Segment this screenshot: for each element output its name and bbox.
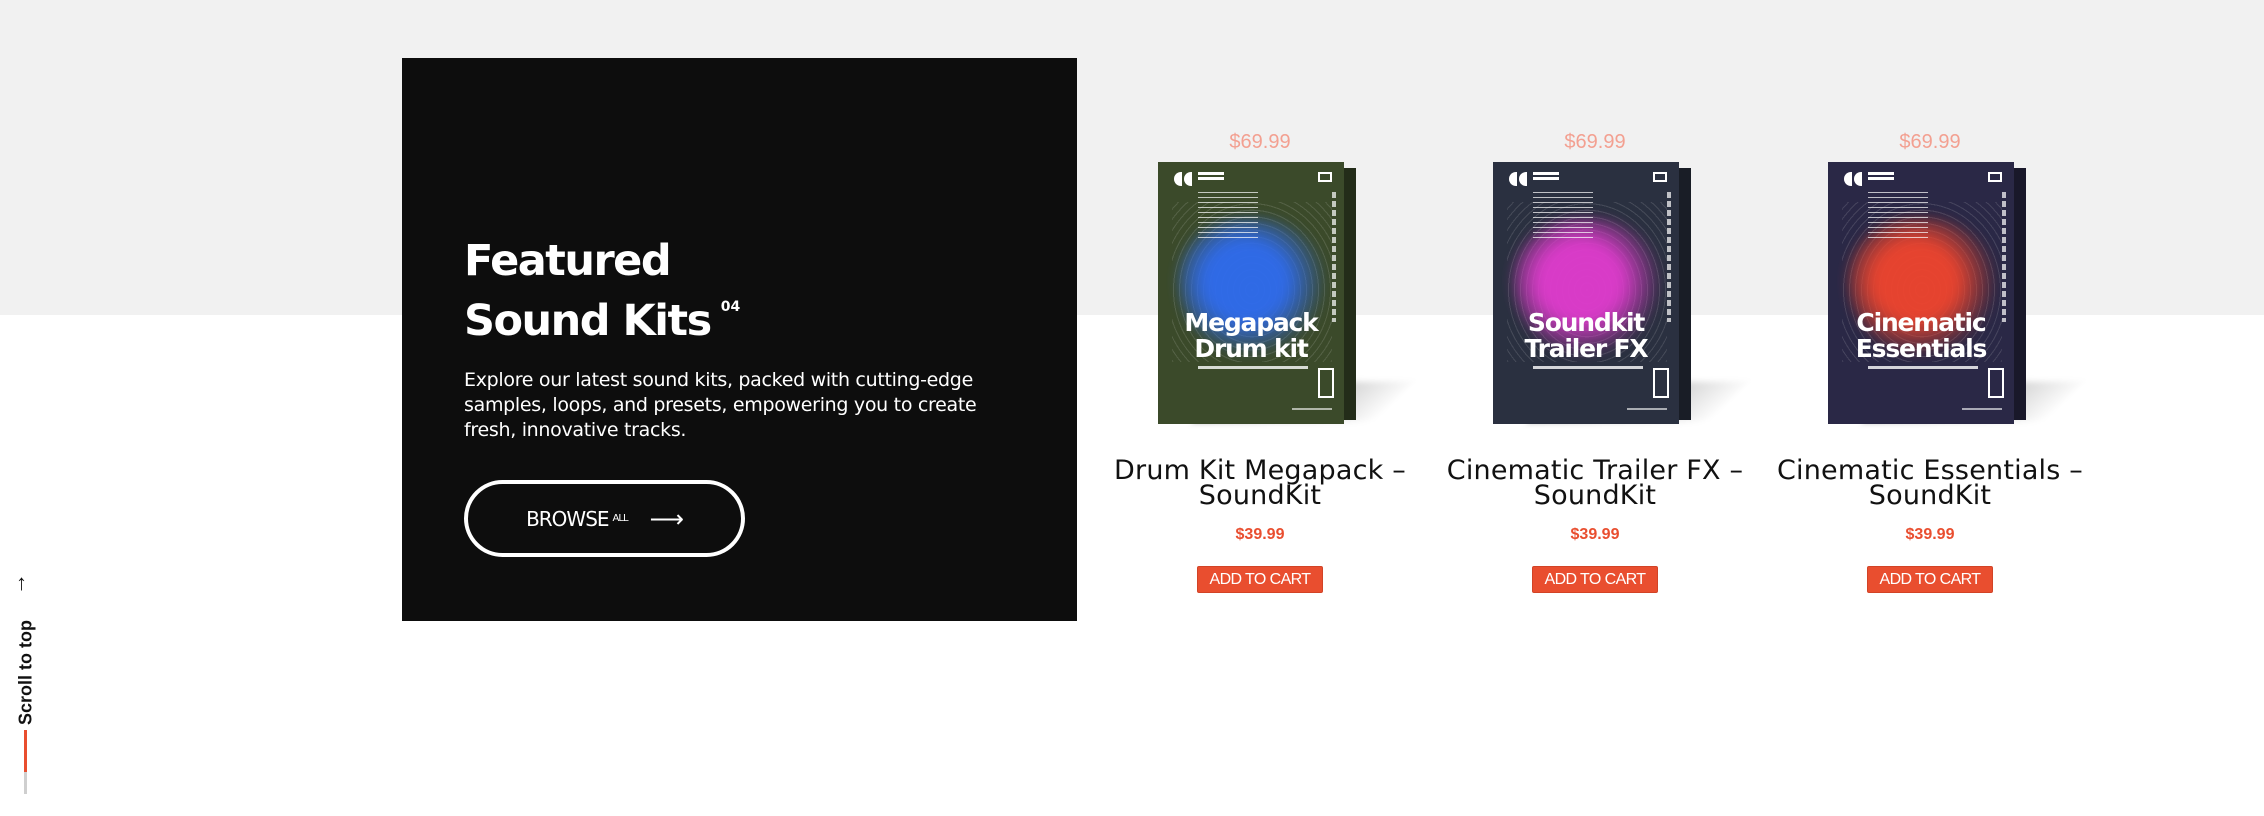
box-title-line1: Megapack: [1184, 308, 1318, 337]
box-corner-icon: [1318, 172, 1332, 182]
product-box-art: Soundkit Trailer FX: [1493, 162, 1679, 424]
product-image[interactable]: Cinematic Essentials: [1765, 162, 2095, 442]
add-to-cart-button[interactable]: ADD TO CART: [1866, 566, 1994, 593]
product-name-line2: SoundKit: [1198, 480, 1322, 511]
box-badge-icon: [1653, 368, 1669, 398]
box-side: [1679, 168, 1691, 420]
box-footer: [1292, 408, 1332, 410]
old-price: $69.99: [1564, 131, 1626, 153]
box-side: [1344, 168, 1356, 420]
brand-logo-text: [1198, 172, 1224, 175]
box-title-line2: Essentials: [1855, 334, 1988, 363]
feature-description: Explore our latest sound kits, packed wi…: [464, 369, 977, 441]
browse-label: BROWSE: [526, 506, 609, 531]
brand-logo-text: [1868, 172, 1894, 175]
box-title: Cinematic Essentials: [1828, 310, 2014, 362]
product-box-art: Cinematic Essentials: [1828, 162, 2014, 424]
arrow-right-icon: ⟶: [649, 504, 684, 533]
product-card: $69.99 Megapack Drum kit Drum Kit Megapa…: [1095, 130, 1425, 593]
box-title: Soundkit Trailer FX: [1493, 310, 1679, 362]
featured-sound-kits-panel: Featured Sound Kits 04 Explore our latest…: [402, 58, 1077, 621]
box-fine-print: [1868, 192, 1928, 242]
scroll-progress-fill: [24, 730, 27, 772]
product-price: $39.99: [1570, 526, 1620, 543]
feature-title-line1: Featured: [464, 236, 672, 286]
box-side: [2014, 168, 2026, 420]
box-spine-text: [2002, 192, 2006, 322]
product-image[interactable]: Soundkit Trailer FX: [1430, 162, 1760, 442]
box-corner-icon: [1653, 172, 1667, 182]
product-name-line2: SoundKit: [1533, 480, 1657, 511]
feature-title-line2: Sound Kits 04: [464, 284, 740, 344]
add-to-cart-button[interactable]: ADD TO CART: [1196, 566, 1324, 593]
product-card: $69.99 Cinematic Essentials Cinematic Es…: [1765, 130, 2095, 593]
product-price: $39.99: [1905, 526, 1955, 543]
box-spine-text: [1667, 192, 1671, 322]
box-footer: [1962, 408, 2002, 410]
box-badge-icon: [1988, 368, 2004, 398]
box-title-line1: Cinematic: [1856, 308, 1986, 337]
add-to-cart-button[interactable]: ADD TO CART: [1531, 566, 1659, 593]
product-name[interactable]: Drum Kit Megapack – SoundKit: [1095, 457, 1425, 511]
old-price: $69.99: [1899, 131, 1961, 153]
browse-all-button[interactable]: BROWSE ALL ⟶: [464, 480, 745, 557]
product-name[interactable]: Cinematic Essentials – SoundKit: [1765, 457, 2095, 511]
feature-title: Featured Sound Kits 04: [464, 238, 740, 344]
browse-sup: ALL: [612, 513, 629, 524]
product-image[interactable]: Megapack Drum kit: [1095, 162, 1425, 442]
box-subtitle: [1198, 366, 1308, 369]
scroll-progress-track: [24, 730, 27, 794]
feature-count: 04: [720, 299, 741, 315]
old-price: $69.99: [1229, 131, 1291, 153]
scroll-to-top[interactable]: ↑ Scroll to top: [14, 570, 36, 794]
box-subtitle: [1868, 366, 1978, 369]
box-footer: [1627, 408, 1667, 410]
box-title-line1: Soundkit: [1527, 308, 1645, 337]
box-spine-text: [1332, 192, 1336, 322]
product-name[interactable]: Cinematic Trailer FX – SoundKit: [1430, 457, 1760, 511]
box-fine-print: [1533, 192, 1593, 242]
box-title-line2: Trailer FX: [1524, 334, 1649, 363]
box-badge-icon: [1318, 368, 1334, 398]
scroll-to-top-label: Scroll to top: [15, 620, 36, 725]
box-title-line2: Drum kit: [1194, 334, 1308, 363]
box-corner-icon: [1988, 172, 2002, 182]
box-title: Megapack Drum kit: [1158, 310, 1344, 362]
product-card: $69.99 Soundkit Trailer FX Cinematic Tra…: [1430, 130, 1760, 593]
box-subtitle: [1533, 366, 1643, 369]
feature-title-line2-text: Sound Kits: [464, 296, 712, 346]
product-price: $39.99: [1235, 526, 1285, 543]
box-fine-print: [1198, 192, 1258, 242]
arrow-up-icon: ↑: [16, 570, 27, 595]
product-box-art: Megapack Drum kit: [1158, 162, 1344, 424]
brand-logo-text: [1533, 172, 1559, 175]
product-name-line2: SoundKit: [1868, 480, 1992, 511]
